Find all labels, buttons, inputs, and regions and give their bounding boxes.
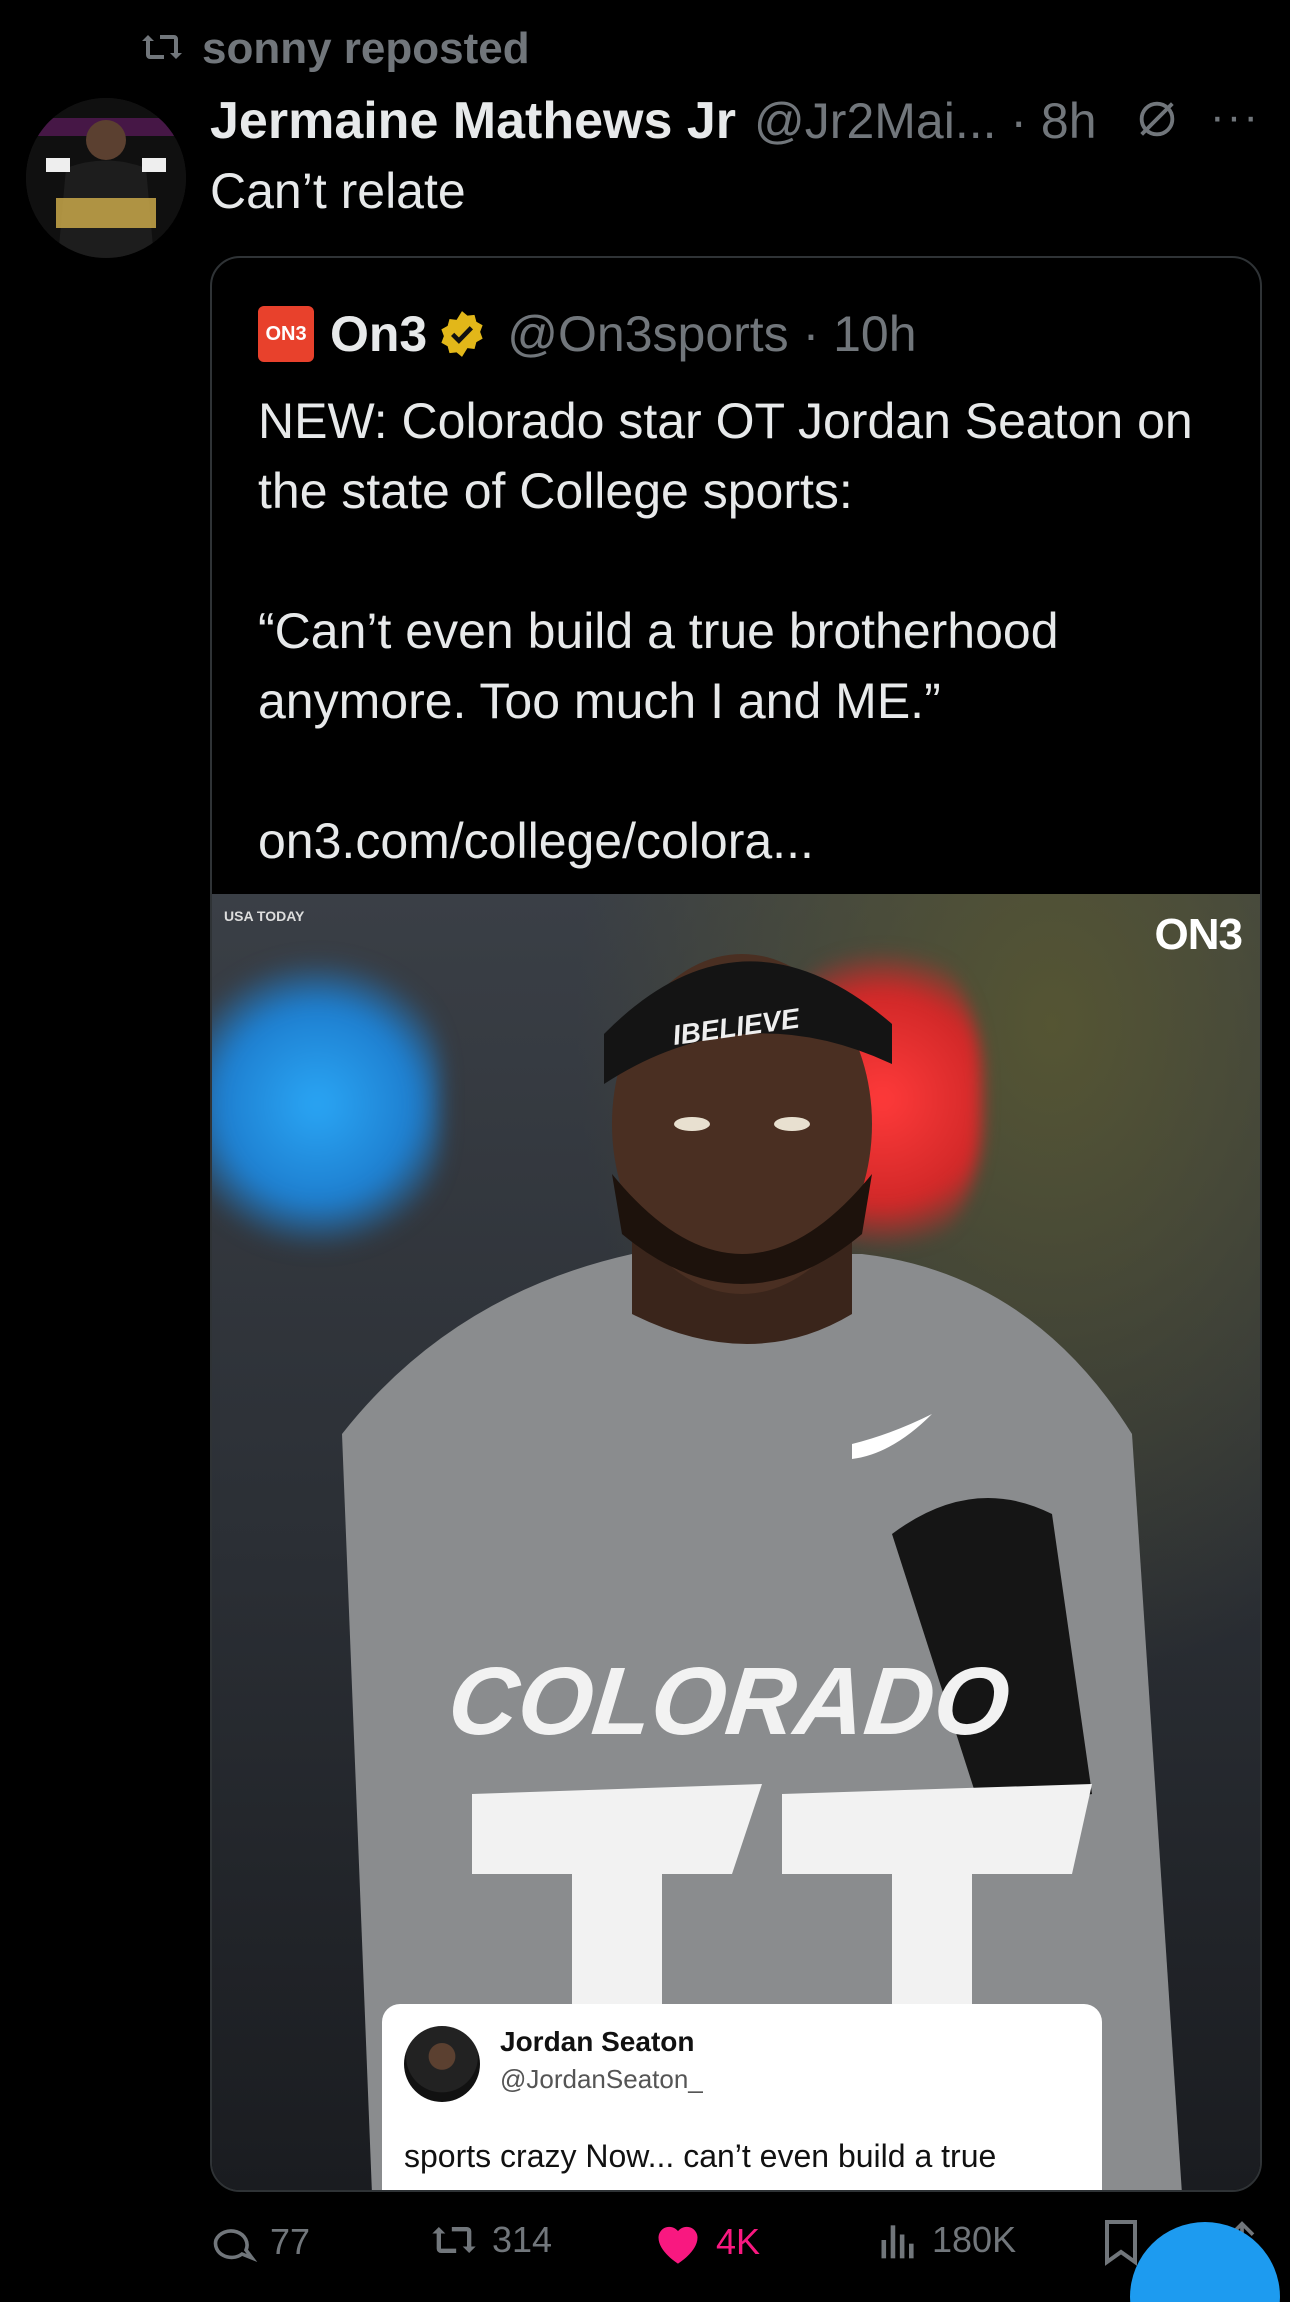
author-avatar[interactable] (26, 98, 186, 258)
views-button[interactable]: 180K (876, 2218, 1016, 2262)
heart-icon (658, 2226, 698, 2264)
repost-icon (432, 2227, 476, 2253)
on3-avatar[interactable]: ON3 (258, 306, 314, 362)
bookmark-icon (1105, 2220, 1137, 2266)
action-bar: 77 314 4K 180K (210, 2218, 1280, 2278)
author-handle-time[interactable]: @Jr2Mai... · 8h (754, 92, 1097, 150)
player-figure: IBELIEVE COLORADO (342, 954, 1182, 2190)
photo-credit: USA TODAY (224, 908, 305, 924)
bookmark-button[interactable] (1100, 2218, 1142, 2266)
embedded-text: sports crazy Now... can’t even build a t… (404, 2138, 997, 2190)
embedded-name: Jordan Seaton (500, 2026, 695, 2057)
post-header: Jermaine Mathews Jr @Jr2Mai... · 8h ··· (210, 86, 1260, 156)
more-options-icon[interactable]: ··· (1210, 92, 1260, 142)
reply-count: 77 (270, 2221, 311, 2262)
repost-icon (138, 27, 186, 72)
like-button[interactable]: 4K (652, 2218, 760, 2266)
quoted-quote: “Can’t even build a true brotherhood any… (258, 603, 1059, 729)
embedded-handle: @JordanSeaton_ (500, 2064, 703, 2094)
post-text: Can’t relate (210, 163, 466, 219)
grok-icon[interactable] (1134, 96, 1180, 147)
repost-button[interactable]: 314 (428, 2218, 552, 2262)
repost-count: 314 (492, 2219, 553, 2260)
verified-badge-icon (441, 311, 483, 357)
quoted-link[interactable]: on3.com/college/colora... (258, 806, 1220, 876)
quoted-post[interactable]: ON3 On3 @On3sports · 10h NEW: Colorado s… (210, 256, 1262, 2192)
author-name[interactable]: Jermaine Mathews Jr (210, 91, 736, 151)
quoted-photo[interactable]: USA TODAY ON3 IBELIEVE COLORADO Jordan S… (212, 894, 1260, 2190)
svg-text:COLORADO: COLORADO (444, 1648, 1015, 1755)
quoted-paragraph: NEW: Colorado star OT Jordan Seaton on t… (258, 393, 1193, 519)
like-count: 4K (716, 2221, 761, 2262)
quoted-text: NEW: Colorado star OT Jordan Seaton on t… (258, 386, 1220, 876)
embedded-tweet-card: Jordan Seaton @JordanSeaton_ sports craz… (382, 2004, 1102, 2190)
repost-label: sonny reposted (202, 24, 530, 73)
quoted-header: ON3 On3 @On3sports · 10h (258, 304, 917, 364)
reply-button[interactable]: 77 (210, 2218, 310, 2266)
views-count: 180K (932, 2219, 1017, 2260)
repost-indicator[interactable]: sonny reposted (138, 24, 530, 74)
reply-icon (213, 2229, 258, 2263)
quoted-handle-time[interactable]: @On3sports · 10h (507, 305, 916, 363)
views-icon (881, 2225, 914, 2259)
quoted-author-name[interactable]: On3 (330, 305, 427, 363)
embedded-avatar (404, 2026, 480, 2102)
